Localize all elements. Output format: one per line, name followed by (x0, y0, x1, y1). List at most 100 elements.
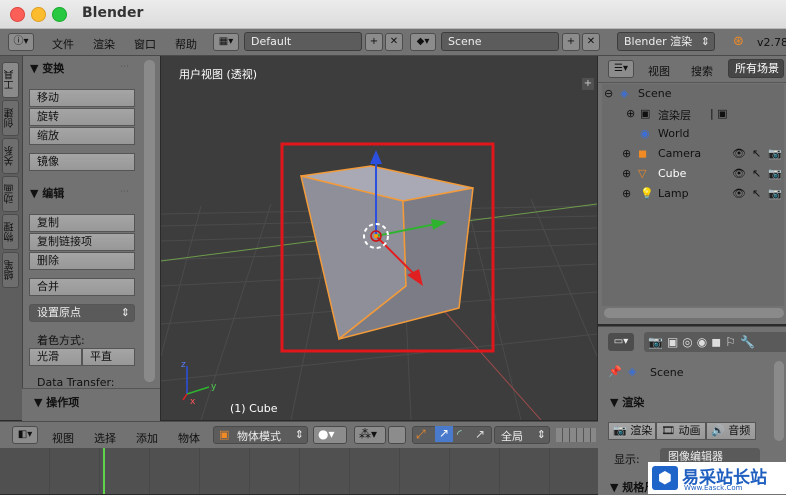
join-button[interactable]: 合并 (29, 278, 135, 296)
set-origin-dropdown[interactable]: 设置原点 ⇕ (29, 304, 135, 322)
menu-object[interactable]: 物体 (178, 430, 200, 446)
tab-relations[interactable]: 关系 (2, 138, 19, 174)
rotate-button[interactable]: 旋转 (29, 108, 135, 126)
version-label: v2.78 (757, 36, 786, 49)
visibility-eye-icon[interactable]: 👁 (732, 187, 746, 200)
visibility-eye-icon[interactable]: 👁 (732, 167, 746, 180)
scene-icon[interactable]: ◆▾ (410, 33, 436, 51)
render-engine-select[interactable]: Blender 渲染 ⇕ (617, 32, 715, 51)
layout-grid-icon[interactable]: ▦▾ (213, 33, 239, 51)
select-arrow-icon[interactable]: ↖ (752, 187, 761, 200)
timeline-area[interactable] (0, 448, 598, 494)
pin-icon[interactable]: 📌 (608, 365, 622, 378)
toolshelf-scrollbar[interactable] (144, 60, 155, 382)
pivot-select[interactable]: ⁂▾ (354, 426, 386, 444)
tab-create[interactable]: 创建 (2, 100, 19, 136)
manipulator-toggles[interactable]: ⤢ ↗ ◜ ↗ (412, 426, 492, 444)
tree-label: Scene (638, 87, 672, 100)
pivot-icon: ⁂▾ (359, 427, 378, 441)
tab-animation[interactable]: 动画 (2, 176, 19, 212)
select-arrows-icon: ⇕ (700, 35, 710, 48)
menu-window[interactable]: 窗口 (134, 36, 156, 52)
editor-type-info-icon[interactable]: ⓘ▾ (8, 33, 34, 51)
tab-tools[interactable]: 工具 (2, 62, 19, 98)
edit-section-header[interactable]: ▼ 编辑 (30, 185, 64, 201)
expand-icon[interactable]: ⊕ (626, 107, 635, 120)
outliner-search-menu[interactable]: 搜索 (691, 63, 713, 79)
remove-layout-icon[interactable]: ✕ (385, 33, 403, 51)
expand-icon[interactable]: ⊕ (622, 147, 631, 160)
mode-select[interactable]: ▣ 物体模式 ⇕ (213, 426, 308, 444)
render-animation-button[interactable]: 🎞 动画 (656, 422, 706, 440)
window-titlebar: Blender (0, 0, 786, 29)
tab-physics[interactable]: 物理 (2, 214, 19, 250)
tree-row-lamp[interactable]: ⊕ 💡 Lamp 👁 ↖ 📷 (602, 184, 784, 204)
duplicate-linked-button[interactable]: 复制链接项 (29, 233, 135, 251)
menu-select[interactable]: 选择 (94, 430, 116, 446)
move-button[interactable]: 移动 (29, 89, 135, 107)
tree-row-camera[interactable]: ⊕ ◼ Camera 👁 ↖ 📷 (602, 144, 784, 164)
snap-icon[interactable] (388, 426, 406, 444)
shade-smooth-button[interactable]: 光滑 (29, 348, 82, 366)
properties-toggle-icon[interactable]: + (582, 78, 594, 90)
properties-editor-icon[interactable]: ▭▾ (608, 333, 634, 351)
camera-icon: ◼ (638, 147, 648, 160)
drag-grip-icon[interactable]: ⋯ (120, 62, 129, 72)
shade-flat-button[interactable]: 平直 (82, 348, 135, 366)
remove-scene-icon[interactable]: ✕ (582, 33, 600, 51)
render-camera-icon[interactable]: 📷 (768, 187, 782, 200)
tab-grease-pencil[interactable]: 蜡笔 (2, 252, 19, 288)
scale-icon[interactable]: ↗ (475, 427, 485, 441)
screen-layout-field[interactable]: Default (244, 32, 362, 51)
layer-buttons[interactable] (556, 428, 596, 442)
minimize-window-button[interactable] (31, 7, 46, 22)
operator-section-header[interactable]: ▼ 操作项 (34, 394, 79, 410)
scale-button[interactable]: 缩放 (29, 127, 135, 145)
tree-row-cube[interactable]: ⊕ ▽ Cube 👁 ↖ 📷 (602, 164, 784, 184)
render-audio-button[interactable]: 🔊 音频 (706, 422, 756, 440)
menu-add[interactable]: 添加 (136, 430, 158, 446)
tree-row-world[interactable]: ◉ World (602, 124, 784, 144)
collapse-icon[interactable]: ⊖ (604, 87, 613, 100)
add-scene-icon[interactable]: + (562, 33, 580, 51)
select-arrow-icon[interactable]: ↖ (752, 167, 761, 180)
outliner-scrollbar[interactable] (604, 308, 784, 318)
viewport-scene-svg: z y x (161, 142, 597, 420)
menu-help[interactable]: 帮助 (175, 36, 197, 52)
viewport-editor-icon[interactable]: ◧▾ (12, 426, 38, 444)
close-window-button[interactable] (10, 7, 25, 22)
rotate-icon[interactable]: ◜ (457, 427, 462, 441)
add-layout-icon[interactable]: + (365, 33, 383, 51)
render-camera-icon[interactable]: 📷 (768, 167, 782, 180)
render-camera-icon[interactable]: 📷 (768, 147, 782, 160)
drag-grip-icon[interactable]: ⋯ (120, 187, 129, 197)
tree-row-scene[interactable]: ⊖ ◈ Scene (602, 84, 784, 104)
select-arrow-icon[interactable]: ↖ (752, 147, 761, 160)
translate-icon[interactable]: ↗ (435, 426, 453, 442)
menu-render[interactable]: 渲染 (93, 36, 115, 52)
mirror-button[interactable]: 镜像 (29, 153, 135, 171)
visibility-eye-icon[interactable]: 👁 (732, 147, 746, 160)
render-section-header[interactable]: ▼ 渲染 (610, 394, 644, 410)
duplicate-button[interactable]: 复制 (29, 214, 135, 232)
render-image-button[interactable]: 📷 渲染 (608, 422, 656, 440)
transform-section-header[interactable]: ▼ 变换 (30, 60, 64, 76)
tree-row-render-layers[interactable]: ⊕ ▣ 渲染层 | ▣ (602, 104, 784, 124)
3d-viewport[interactable]: z y x 用户视图 (透视) (1) Cube + (161, 56, 597, 420)
menu-view[interactable]: 视图 (52, 430, 74, 446)
shading-mode-select[interactable]: ●▾ (313, 426, 347, 444)
delete-button[interactable]: 删除 (29, 252, 135, 270)
select-arrows-icon: ⇕ (536, 428, 546, 441)
zoom-window-button[interactable] (52, 7, 67, 22)
properties-scrollbar[interactable] (774, 361, 784, 441)
expand-icon[interactable]: ⊕ (622, 167, 631, 180)
expand-icon[interactable]: ⊕ (622, 187, 631, 200)
outliner-editor-icon[interactable]: ☰▾ (608, 60, 634, 78)
transform-orientation-select[interactable]: 全局 ⇕ (494, 426, 550, 444)
outliner-filter-select[interactable]: 所有场景 (728, 59, 784, 78)
properties-context-tabs[interactable]: 📷▣◎◉◼⚐🔧 (644, 332, 786, 352)
outliner-view-menu[interactable]: 视图 (648, 63, 670, 79)
properties-scene-label: Scene (650, 366, 684, 379)
scene-field[interactable]: Scene (441, 32, 559, 51)
menu-file[interactable]: 文件 (52, 36, 74, 52)
